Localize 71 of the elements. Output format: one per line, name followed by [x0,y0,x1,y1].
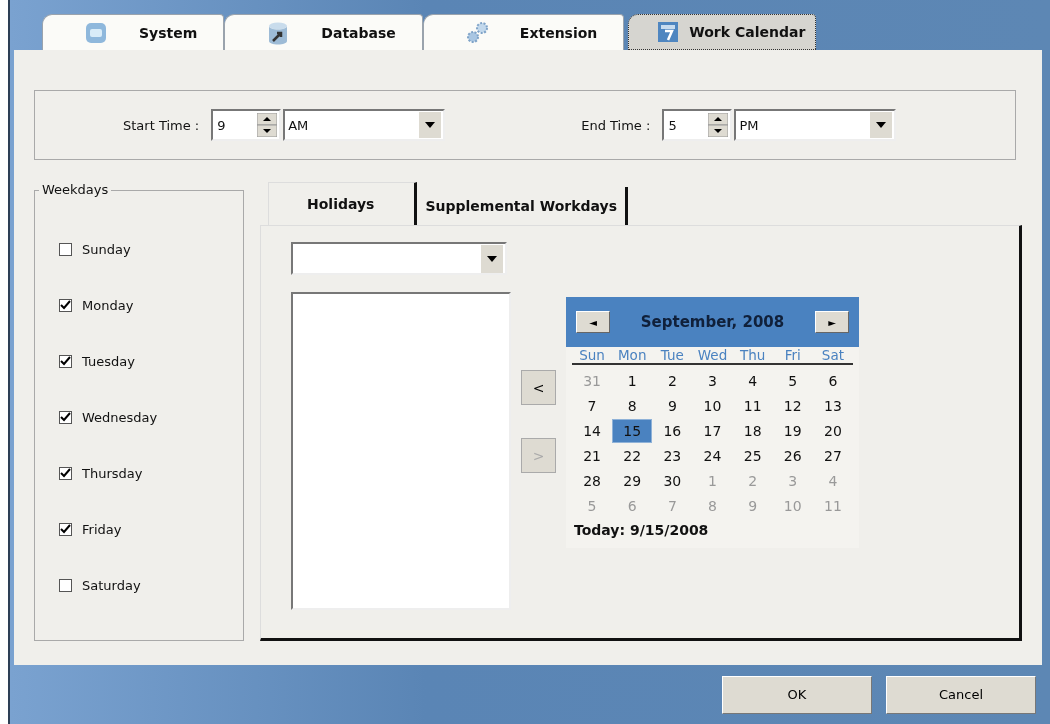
calendar-day[interactable]: 15 [612,419,653,443]
calendar-day[interactable]: 19 [772,419,813,443]
weekday-checkbox[interactable]: Monday [59,277,243,333]
calendar-day[interactable]: 12 [772,394,813,418]
calendar-day[interactable]: 22 [612,444,653,468]
previous-month-button[interactable]: ◄ [576,311,610,333]
checkmark-icon [60,299,71,311]
dialog-button[interactable]: OK [722,675,872,714]
next-month-button[interactable]: ► [815,311,849,333]
month-title: September, 2008 [640,313,785,331]
weekday-name: Sat [820,347,845,363]
checkmark-icon [60,467,71,479]
calendar-day[interactable]: 3 [692,369,733,393]
time-label: Start Time : [123,117,200,133]
calendar-day[interactable]: 2 [652,369,693,393]
weekday-checkbox[interactable]: Saturday [59,557,243,613]
spinner-arrows-icon [708,113,729,137]
calendar-day[interactable]: 20 [812,419,853,443]
calendar-day[interactable]: 4 [732,369,773,393]
weekday-name: Tue [659,347,685,363]
group-title: Weekdays [39,182,112,197]
tab[interactable]: Extension [422,14,625,50]
tab[interactable]: System [42,14,225,50]
calendar-day[interactable]: 8 [612,394,653,418]
weekday-checkbox[interactable]: Friday [59,501,243,557]
today-link[interactable]: Today: 9/15/2008 [574,522,851,538]
tab[interactable]: Work Calendar [628,14,817,50]
calendar-day[interactable]: 11 [732,394,773,418]
weekday-checkbox[interactable]: Sunday [59,221,243,277]
calendar-day[interactable]: 21 [572,444,613,468]
calendar-day[interactable]: 18 [732,419,773,443]
calendar-day[interactable]: 14 [572,419,613,443]
calendar-day[interactable]: 17 [692,419,733,443]
add-button[interactable]: < [521,370,556,405]
calendar-day[interactable]: 16 [652,419,693,443]
calendar-day[interactable]: 30 [652,469,693,493]
calendar-day[interactable]: 7 [572,394,613,418]
calendar-day[interactable]: 28 [572,469,613,493]
tab[interactable]: Database [224,14,423,50]
calendar-day[interactable]: 10 [692,394,733,418]
calendar-day[interactable]: 27 [812,444,853,468]
dialog-button[interactable]: Cancel [886,675,1036,714]
time-label: End Time : [581,117,651,133]
calendar-day[interactable]: 23 [652,444,693,468]
calendar-day[interactable]: 24 [692,444,733,468]
calendar-day[interactable]: 25 [732,444,773,468]
checkmark-icon [60,355,71,367]
checkmark-icon [60,411,71,423]
weekday-name: Mon [616,347,648,363]
weekday-name: Sun [578,347,606,363]
weekday-checkbox[interactable]: Thursday [59,445,243,501]
weekday-checkbox[interactable]: Wednesday [59,389,243,445]
calendar-day[interactable]: 6 [812,369,853,393]
hour-spinner[interactable]: 5 [662,109,733,141]
calendar-day[interactable]: 26 [772,444,813,468]
weekday-name: Thu [738,347,767,363]
holiday-dropdown[interactable] [291,242,507,275]
weekday-name: Fri [783,347,802,363]
calendar-day[interactable]: 29 [612,469,653,493]
weekday-checkbox[interactable]: Tuesday [59,333,243,389]
period-dropdown[interactable]: AM [283,109,446,141]
calendar-day[interactable]: 5 [772,369,813,393]
tab[interactable]: Holidays [268,182,418,225]
weekday-name: Wed [696,347,729,363]
calendar-day[interactable]: 13 [812,394,853,418]
spinner-arrows-icon [257,113,278,137]
calendar-day[interactable]: 9 [652,394,693,418]
checkmark-icon [60,523,71,535]
calendar-day[interactable]: 1 [612,369,653,393]
period-dropdown[interactable]: PM [734,109,897,141]
hour-spinner[interactable]: 9 [211,109,282,141]
